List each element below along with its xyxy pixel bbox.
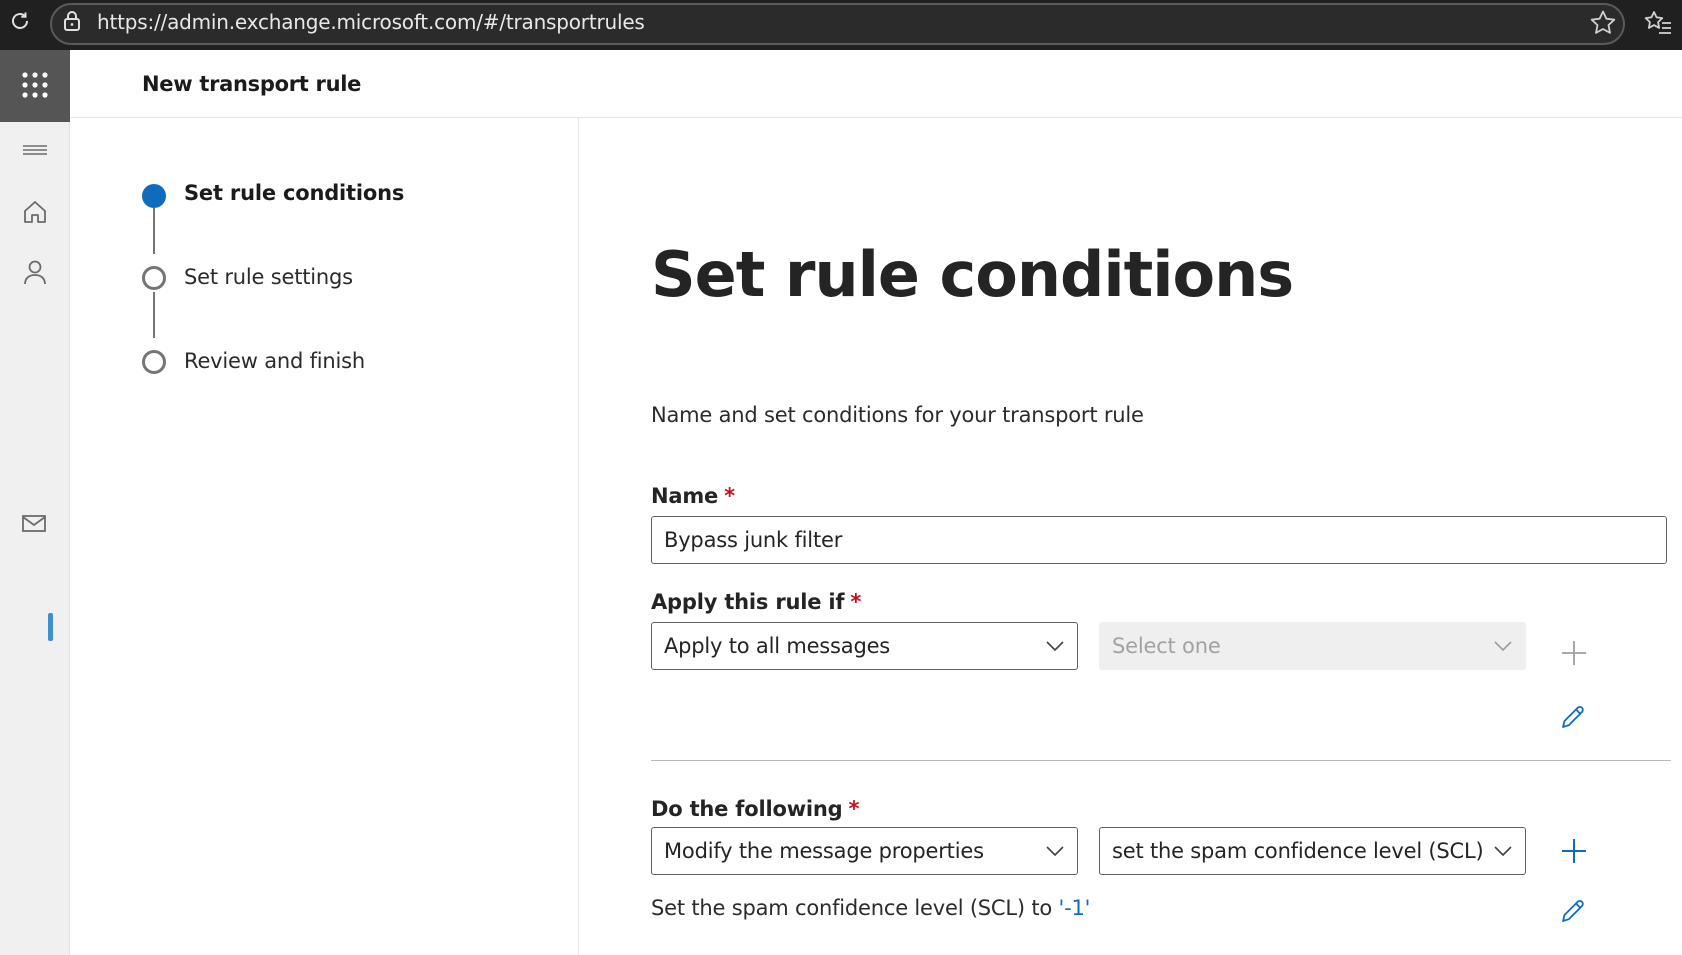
name-field[interactable]: Bypass junk filter xyxy=(651,516,1667,564)
condition-dropdown-value: Apply to all messages xyxy=(664,634,891,658)
chevron-down-icon xyxy=(1046,846,1064,857)
step-indicator-active-icon xyxy=(142,184,166,208)
left-nav-rail xyxy=(0,50,70,955)
panel-title: New transport rule xyxy=(142,72,362,96)
edit-condition-pencil-icon[interactable] xyxy=(1558,702,1588,732)
apply-rule-if-label: Apply this rule if * xyxy=(651,590,861,614)
lock-icon[interactable] xyxy=(62,10,82,32)
chevron-down-icon xyxy=(1494,846,1512,857)
favorites-list-icon[interactable] xyxy=(1643,8,1673,38)
app-launcher-icon xyxy=(22,72,48,98)
sub-action-dropdown[interactable]: set the spam confidence level (SCL) xyxy=(1099,827,1526,875)
scl-summary: Set the spam confidence level (SCL) to '… xyxy=(651,896,1090,920)
condition-dropdown[interactable]: Apply to all messages xyxy=(651,622,1078,670)
edit-action-pencil-icon[interactable] xyxy=(1558,896,1588,926)
chevron-down-icon xyxy=(1494,641,1512,652)
do-the-following-label: Do the following * xyxy=(651,797,859,821)
scl-summary-text: Set the spam confidence level (SCL) to xyxy=(651,896,1053,920)
selected-nav-indicator xyxy=(48,613,53,641)
step-set-rule-settings[interactable]: Set rule settings xyxy=(184,265,353,289)
step-connector xyxy=(153,208,155,254)
required-asterisk: * xyxy=(850,590,862,614)
step-review-and-finish[interactable]: Review and finish xyxy=(184,349,365,373)
app-launcher-button[interactable] xyxy=(0,50,70,122)
add-action-plus-icon[interactable] xyxy=(1559,836,1589,866)
main-form: Set rule conditions Name and set conditi… xyxy=(580,118,1682,955)
section-divider xyxy=(651,760,1671,761)
hamburger-menu-icon[interactable] xyxy=(21,138,49,166)
wizard-steps: Set rule conditions Set rule settings Re… xyxy=(70,118,579,955)
add-condition-plus-icon[interactable] xyxy=(1559,638,1589,668)
action-dropdown[interactable]: Modify the message properties xyxy=(651,827,1078,875)
sub-condition-placeholder: Select one xyxy=(1112,634,1221,658)
step-connector xyxy=(153,292,155,338)
chevron-down-icon xyxy=(1046,641,1064,652)
sub-action-dropdown-value: set the spam confidence level (SCL) xyxy=(1112,839,1484,863)
favorite-star-icon[interactable] xyxy=(1588,8,1618,38)
do-the-following-label-text: Do the following xyxy=(651,797,843,821)
name-label-text: Name xyxy=(651,484,719,508)
name-label: Name * xyxy=(651,484,735,508)
sub-condition-dropdown[interactable]: Select one xyxy=(1099,622,1526,670)
home-icon[interactable] xyxy=(21,198,49,226)
step-indicator-icon xyxy=(142,266,166,290)
page-title: Set rule conditions xyxy=(651,238,1294,311)
page-subtitle: Name and set conditions for your transpo… xyxy=(651,403,1144,427)
apply-rule-if-label-text: Apply this rule if xyxy=(651,590,845,614)
required-asterisk: * xyxy=(724,484,735,508)
step-indicator-icon xyxy=(142,350,166,374)
required-asterisk: * xyxy=(848,797,860,821)
reload-icon[interactable] xyxy=(8,9,32,33)
browser-toolbar: https://admin.exchange.microsoft.com/#/t… xyxy=(0,0,1682,50)
person-icon[interactable] xyxy=(21,258,49,286)
scl-value-link[interactable]: '-1' xyxy=(1059,896,1091,920)
action-dropdown-value: Modify the message properties xyxy=(664,839,984,863)
panel-header: New transport rule xyxy=(70,50,1682,118)
step-set-rule-conditions[interactable]: Set rule conditions xyxy=(184,181,404,205)
mail-icon[interactable] xyxy=(20,510,48,538)
url-text[interactable]: https://admin.exchange.microsoft.com/#/t… xyxy=(97,10,645,34)
